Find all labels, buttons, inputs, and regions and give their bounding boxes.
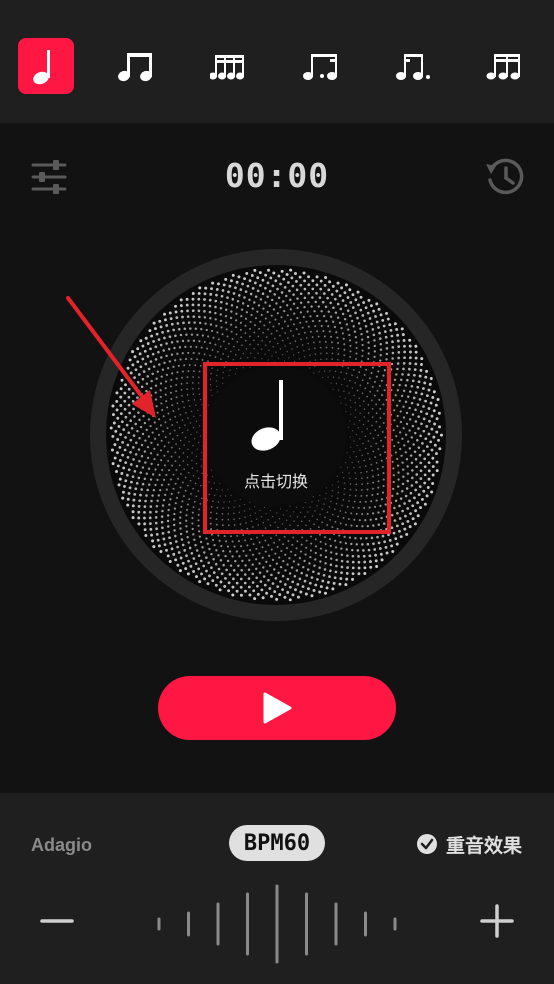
check-circle-icon — [417, 834, 437, 854]
note-option-quarter[interactable] — [18, 38, 74, 94]
triplet-notes-icon — [486, 54, 520, 80]
minus-icon[interactable] — [40, 904, 74, 938]
play-button[interactable] — [158, 676, 396, 740]
note-option-triplet[interactable] — [478, 38, 534, 94]
annotation-highlight-box — [203, 362, 391, 534]
annotation-arrow — [66, 296, 156, 418]
plus-icon[interactable] — [480, 904, 514, 938]
bpm-slider[interactable] — [150, 884, 404, 964]
quarter-note-icon — [33, 50, 50, 85]
bpm-display[interactable]: BPM60 — [229, 825, 325, 861]
dotted-eighth-notes-icon — [396, 54, 430, 80]
eighth-notes-icon — [118, 53, 152, 82]
tempo-name: Adagio — [31, 835, 92, 855]
sixteenth-notes-icon — [210, 55, 244, 80]
note-option-eighth-sixteenths[interactable] — [294, 38, 350, 94]
eighth-sixteenth-notes-icon — [303, 54, 337, 80]
history-icon[interactable] — [484, 156, 526, 198]
elapsed-timer: 00:00 — [224, 156, 330, 195]
note-option-dotted-eighth[interactable] — [386, 38, 442, 94]
note-option-sixteenth[interactable] — [202, 38, 258, 94]
accent-label: 重音效果 — [446, 834, 523, 857]
note-option-eighth[interactable] — [110, 38, 166, 94]
play-icon — [263, 692, 292, 724]
accent-toggle[interactable]: 重音效果 — [416, 832, 523, 857]
note-type-bar — [0, 0, 554, 123]
